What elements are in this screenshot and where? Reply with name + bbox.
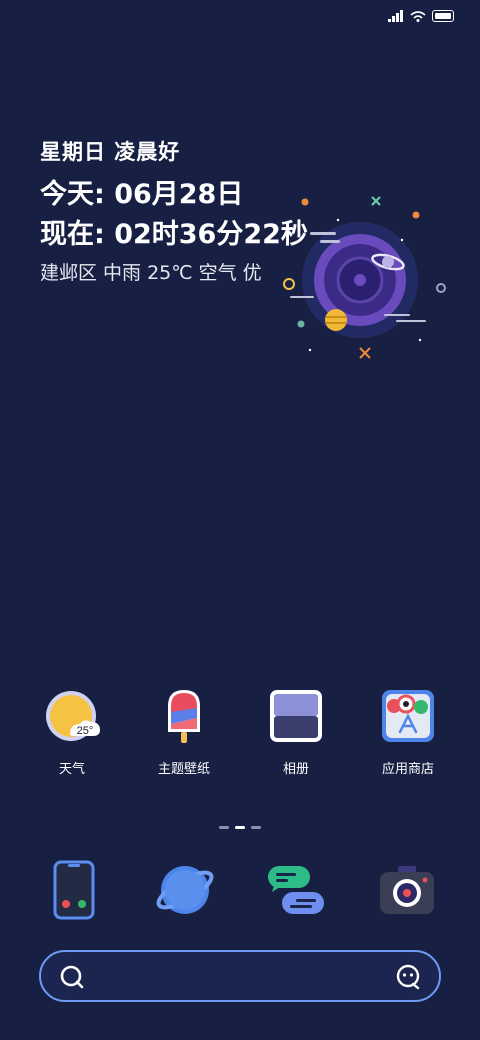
app-label: 天气 — [58, 762, 85, 777]
dock-camera[interactable] — [375, 858, 439, 922]
search-bar[interactable] — [39, 950, 441, 1002]
weather-icon: 25° — [44, 688, 100, 744]
messages-icon — [267, 866, 324, 914]
time-text: 现在: 02时36分22秒 — [40, 219, 308, 250]
dock — [0, 858, 480, 922]
page-dot[interactable] — [251, 826, 261, 829]
app-weather[interactable]: 25° 天气 — [24, 688, 120, 777]
gallery-icon — [268, 688, 324, 744]
signal-icon — [388, 10, 403, 22]
weather-summary: 建邺区 中雨 25℃ 空气 优 — [40, 262, 262, 284]
app-grid: 25° 天气 主题壁纸 相册 应用商店 — [0, 688, 480, 777]
battery-icon — [432, 10, 454, 22]
dock-phone[interactable] — [42, 858, 106, 922]
app-label: 应用商店 — [381, 762, 434, 777]
browser-icon — [156, 866, 213, 914]
greeting-text: 星期日 凌晨好 — [40, 140, 181, 164]
weather-temp-badge: 25° — [77, 725, 94, 737]
app-store-icon — [380, 688, 436, 744]
date-text: 今天: 06月28日 — [40, 179, 244, 210]
dock-messages[interactable] — [264, 858, 328, 922]
app-theme[interactable]: 主题壁纸 — [136, 688, 232, 777]
app-label: 主题壁纸 — [157, 762, 210, 777]
page-dot-active[interactable] — [235, 826, 245, 829]
phone-icon — [53, 860, 94, 920]
app-gallery[interactable]: 相册 — [248, 688, 344, 777]
camera-icon — [379, 866, 434, 914]
page-dot[interactable] — [219, 826, 229, 829]
planet-illustration — [283, 196, 446, 359]
theme-icon — [156, 688, 212, 744]
dock-browser[interactable] — [153, 858, 217, 922]
assistant-icon[interactable] — [395, 964, 421, 990]
search-icon[interactable] — [59, 964, 85, 990]
wifi-icon — [410, 11, 426, 22]
page-indicator — [0, 826, 480, 829]
status-bar — [388, 10, 454, 22]
app-store[interactable]: 应用商店 — [360, 688, 456, 777]
app-label: 相册 — [282, 762, 309, 777]
